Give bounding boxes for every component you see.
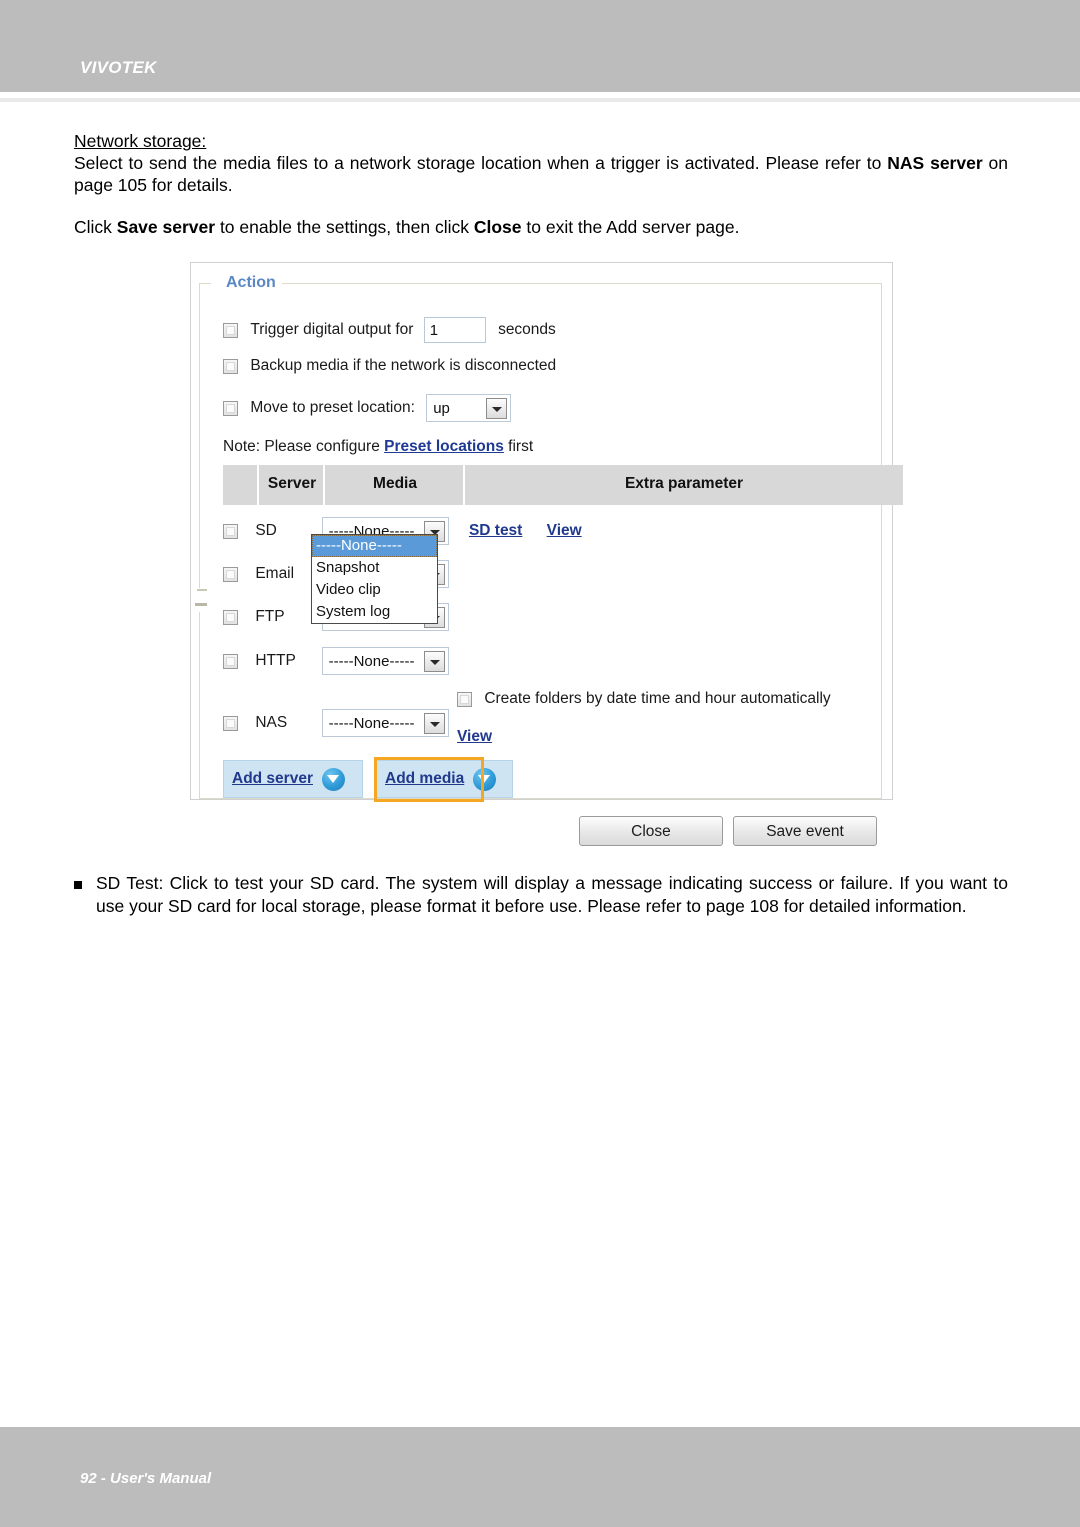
table-row-nas: NAS -----None-----	[223, 709, 449, 737]
move-to-preset-checkbox[interactable]	[223, 400, 238, 416]
fieldset-border-notch-lower	[195, 603, 207, 606]
media-option-video-clip[interactable]: Video clip	[312, 579, 437, 601]
vivotek-logo: VIVOTEK	[80, 58, 157, 77]
ftp-row-checkbox[interactable]	[223, 609, 238, 625]
preset-location-select[interactable]: up	[426, 394, 512, 422]
sd-row-server-label: SD	[255, 522, 277, 539]
document-body: Network storage: Select to send the medi…	[74, 130, 1008, 238]
paragraph-2-part-c: to exit the Add server page.	[521, 217, 740, 237]
sd-test-link[interactable]: SD test	[469, 522, 522, 539]
preset-note-prefix: Note: Please configure	[223, 438, 385, 455]
add-media-highlight-box	[374, 757, 484, 802]
bullet-square-icon	[74, 881, 82, 889]
nas-row-checkbox[interactable]	[223, 715, 238, 731]
chevron-down-icon	[423, 713, 445, 734]
table-column-media: Media	[373, 475, 417, 492]
chevron-down-icon	[486, 398, 508, 419]
action-settings-screenshot: Action Trigger digital output for 1 seco…	[190, 262, 903, 854]
move-to-preset-row: Move to preset location: up	[223, 394, 512, 422]
server-media-table-header: Server Media Extra parameter	[223, 465, 903, 505]
nas-row-server-label: NAS	[255, 714, 288, 731]
media-option-none[interactable]: -----None-----	[312, 535, 437, 557]
preset-location-selected-value: up	[433, 400, 450, 417]
nas-create-folders-row: Create folders by date time and hour aut…	[457, 690, 831, 708]
paragraph-1-bold: NAS server	[887, 153, 983, 173]
move-to-preset-label: Move to preset location:	[250, 399, 415, 416]
add-server-label: Add server	[232, 770, 313, 787]
ftp-row-server-label: FTP	[255, 608, 285, 625]
table-row-http: HTTP -----None-----	[223, 647, 449, 675]
paragraph-network-storage: Select to send the media files to a netw…	[74, 152, 1008, 196]
fieldset-border-right	[881, 283, 882, 799]
table-column-server: Server	[267, 475, 317, 492]
trigger-seconds-unit-label: seconds	[498, 321, 556, 338]
footer-page-label: 92 - User's Manual	[80, 1470, 212, 1487]
paragraph-2-part-a: Click	[74, 217, 117, 237]
sd-view-link[interactable]: View	[547, 522, 582, 539]
add-server-button[interactable]: Add server	[223, 760, 363, 798]
paragraph-2-part-b: to enable the settings, then click	[215, 217, 474, 237]
action-fieldset: Action Trigger digital output for 1 seco…	[195, 272, 903, 802]
action-group-title: Action	[220, 272, 282, 294]
nas-media-select[interactable]: -----None-----	[321, 709, 449, 737]
sd-test-bullet: SD Test: Click to test your SD card. The…	[74, 872, 1008, 918]
fieldset-border-top-left	[199, 283, 211, 284]
paragraph-2-bold-close: Close	[473, 217, 522, 237]
sd-test-bullet-text: SD Test: Click to test your SD card. The…	[96, 873, 1008, 916]
backup-media-label: Backup media if the network is disconnec…	[250, 357, 557, 374]
backup-media-checkbox[interactable]	[223, 358, 238, 374]
page-header: VIVOTEK	[0, 0, 1080, 92]
nas-view-row: View	[457, 728, 492, 746]
paragraph-1-part-a: Select to send the media files to a netw…	[74, 153, 888, 173]
media-option-snapshot[interactable]: Snapshot	[312, 557, 437, 579]
sd-row-checkbox[interactable]	[223, 523, 238, 539]
page-footer: 92 - User's Manual	[0, 1427, 1080, 1527]
media-option-system-log[interactable]: System log	[312, 601, 437, 623]
http-media-selected-value: -----None-----	[328, 653, 415, 670]
chevron-down-icon	[423, 651, 445, 672]
table-column-extra-parameter: Extra parameter	[624, 475, 744, 492]
http-row-checkbox[interactable]	[223, 653, 238, 669]
email-row-checkbox[interactable]	[223, 566, 238, 582]
preset-note: Note: Please configure Preset locations …	[223, 438, 533, 456]
fieldset-border-top-right	[280, 283, 882, 284]
backup-media-row: Backup media if the network is disconnec…	[223, 357, 556, 375]
nas-view-link[interactable]: View	[457, 728, 492, 745]
trigger-digital-output-checkbox[interactable]	[223, 322, 238, 338]
nas-media-selected-value: -----None-----	[328, 715, 415, 732]
nas-create-folders-checkbox[interactable]	[457, 691, 472, 707]
fieldset-border-bottom	[199, 798, 882, 799]
chevron-down-circle-icon	[321, 767, 345, 791]
nas-create-folders-label: Create folders by date time and hour aut…	[484, 690, 831, 707]
close-button[interactable]: Close	[579, 816, 723, 846]
preset-note-suffix: first	[503, 438, 534, 455]
trigger-digital-output-label: Trigger digital output for	[250, 321, 414, 338]
trigger-digital-output-row: Trigger digital output for 1 seconds	[223, 317, 556, 343]
trigger-seconds-input[interactable]: 1	[423, 317, 486, 343]
paragraph-save-server: Click Save server to enable the settings…	[74, 216, 1008, 238]
http-media-select[interactable]: -----None-----	[321, 647, 449, 675]
header-divider	[0, 98, 1080, 102]
preset-locations-link[interactable]: Preset locations	[384, 438, 504, 455]
fieldset-border-left-lower	[199, 612, 200, 799]
paragraph-2-bold-save-server: Save server	[116, 217, 216, 237]
http-row-server-label: HTTP	[255, 652, 296, 669]
fieldset-border-left-upper	[199, 283, 200, 588]
media-dropdown-open-list[interactable]: -----None----- Snapshot Video clip Syste…	[311, 534, 438, 624]
section-heading-text: Network storage:	[74, 131, 207, 151]
save-event-button[interactable]: Save event	[733, 816, 877, 846]
section-heading: Network storage:	[74, 130, 1008, 152]
fieldset-border-notch-upper	[197, 589, 207, 591]
email-row-server-label: Email	[255, 565, 295, 582]
